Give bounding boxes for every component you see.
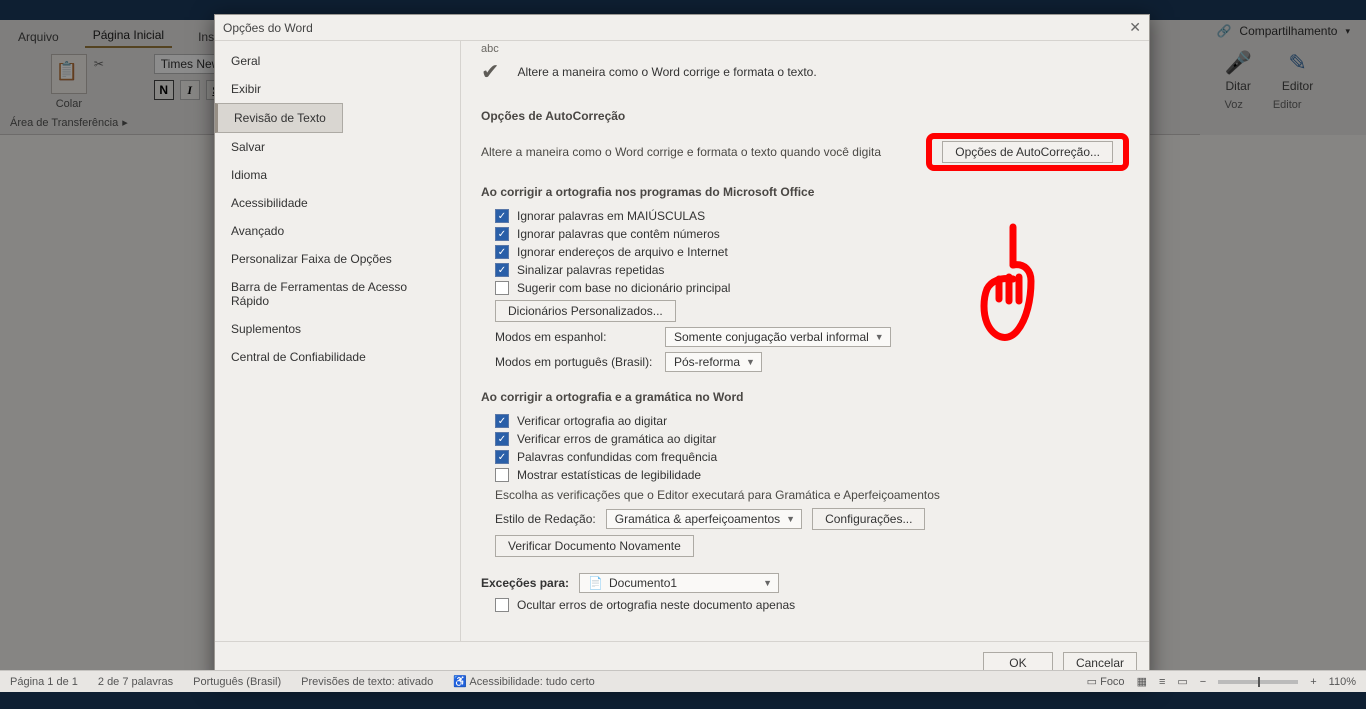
close-icon[interactable]: ✕ (1129, 19, 1141, 36)
paste-label: Colar (56, 98, 82, 110)
checkbox-flag-repeated[interactable]: ✓ (495, 263, 509, 277)
voice-group-label: Voz (1224, 99, 1242, 111)
recheck-document-button[interactable]: Verificar Documento Novamente (495, 535, 694, 557)
sidebar-item-revisao[interactable]: Revisão de Texto (215, 103, 343, 133)
checkbox-suggest-main-dict[interactable] (495, 281, 509, 295)
proofing-icon: ✔abc (481, 59, 499, 85)
status-words[interactable]: 2 de 7 palavras (98, 676, 173, 688)
zoom-in-button[interactable]: + (1310, 676, 1316, 688)
spanish-modes-label: Modos em espanhol: (495, 330, 655, 344)
sidebar-item-barra[interactable]: Barra de Ferramentas de Acesso Rápido (215, 273, 460, 315)
settings-button[interactable]: Configurações... (812, 508, 925, 530)
zoom-level[interactable]: 110% (1329, 676, 1356, 688)
writing-style-select[interactable]: Gramática & aperfeiçoamentos▼ (606, 509, 802, 529)
writing-style-label: Estilo de Redação: (495, 512, 596, 526)
custom-dictionaries-button[interactable]: Dicionários Personalizados... (495, 300, 676, 322)
section-office-spell: Ao corrigir a ortografia nos programas d… (481, 185, 1129, 199)
checkbox-readability[interactable] (495, 468, 509, 482)
section-autocorrect: Opções de AutoCorreção (481, 109, 1129, 123)
sidebar-item-geral[interactable]: Geral (215, 47, 460, 75)
pointer-hand-icon (973, 219, 1053, 349)
zoom-slider[interactable] (1218, 680, 1298, 684)
sidebar-item-suplementos[interactable]: Suplementos (215, 315, 460, 343)
status-page[interactable]: Página 1 de 1 (10, 676, 78, 688)
label-confused-words: Palavras confundidas com frequência (517, 450, 717, 464)
label-flag-repeated: Sinalizar palavras repetidas (517, 263, 664, 277)
status-accessibility[interactable]: ♿ Acessibilidade: tudo certo (453, 675, 595, 688)
checkbox-ignore-numbers[interactable]: ✓ (495, 227, 509, 241)
paste-icon[interactable] (51, 54, 87, 94)
label-spell-typing: Verificar ortografia ao digitar (517, 414, 667, 428)
sidebar-item-exibir[interactable]: Exibir (215, 75, 460, 103)
exceptions-label: Exceções para: (481, 576, 569, 590)
editor-group-label: Editor (1273, 99, 1302, 111)
clipboard-group-label: Área de Transferência▸ (10, 116, 128, 129)
label-ignore-urls: Ignorar endereços de arquivo e Internet (517, 245, 728, 259)
dictate-icon[interactable]: 🎤 (1224, 50, 1251, 76)
checkbox-grammar-typing[interactable]: ✓ (495, 432, 509, 446)
spanish-modes-select[interactable]: Somente conjugação verbal informal▼ (665, 327, 891, 347)
checkbox-hide-spell-errors[interactable] (495, 598, 509, 612)
status-predict[interactable]: Previsões de texto: ativado (301, 676, 433, 688)
portuguese-modes-select[interactable]: Pós-reforma▼ (665, 352, 762, 372)
sidebar-item-central[interactable]: Central de Confiabilidade (215, 343, 460, 371)
autocorrect-highlight: Opções de AutoCorreção... (926, 133, 1129, 171)
dictate-label: Ditar (1226, 79, 1251, 93)
zoom-out-button[interactable]: − (1200, 676, 1206, 688)
portuguese-modes-label: Modos em português (Brasil): (495, 355, 655, 369)
autocorrect-para: Altere a maneira como o Word corrige e f… (481, 145, 881, 159)
autocorrect-options-button[interactable]: Opções de AutoCorreção... (942, 141, 1113, 163)
italic-button[interactable]: I (180, 80, 200, 100)
label-ignore-caps: Ignorar palavras em MAIÚSCULAS (517, 209, 705, 223)
exceptions-select[interactable]: 📄Documento1▼ (579, 573, 779, 593)
checkbox-ignore-caps[interactable]: ✓ (495, 209, 509, 223)
sidebar-item-acessibilidade[interactable]: Acessibilidade (215, 189, 460, 217)
tab-file[interactable]: Arquivo (10, 26, 67, 48)
options-sidebar: Geral Exibir Revisão de Texto Salvar Idi… (215, 41, 461, 641)
header-line: Altere a maneira como o Word corrige e f… (517, 65, 816, 79)
status-language[interactable]: Português (Brasil) (193, 676, 281, 688)
sidebar-item-idioma[interactable]: Idioma (215, 161, 460, 189)
view-web-icon[interactable]: ▭ (1177, 675, 1187, 688)
label-suggest-main-dict: Sugerir com base no dicionário principal (517, 281, 730, 295)
label-grammar-typing: Verificar erros de gramática ao digitar (517, 432, 716, 446)
checkbox-confused-words[interactable]: ✓ (495, 450, 509, 464)
sidebar-item-faixa[interactable]: Personalizar Faixa de Opções (215, 245, 460, 273)
label-hide-spell-errors: Ocultar erros de ortografia neste docume… (517, 598, 795, 612)
dialog-title: Opções do Word (223, 21, 313, 35)
label-readability: Mostrar estatísticas de legibilidade (517, 468, 701, 482)
word-options-dialog: Opções do Word ✕ Geral Exibir Revisão de… (214, 14, 1150, 684)
focus-mode-button[interactable]: ▭ Foco (1087, 675, 1125, 688)
label-ignore-numbers: Ignorar palavras que contêm números (517, 227, 720, 241)
sidebar-item-avancado[interactable]: Avançado (215, 217, 460, 245)
checkbox-ignore-urls[interactable]: ✓ (495, 245, 509, 259)
view-read-icon[interactable]: ≡ (1159, 676, 1165, 688)
editor-label: Editor (1282, 79, 1313, 93)
share-button[interactable]: Compartilhamento▾ (1200, 20, 1366, 42)
view-print-icon[interactable]: ▦ (1137, 675, 1147, 688)
section-word-spell: Ao corrigir a ortografia e a gramática n… (481, 390, 1129, 404)
bold-button[interactable]: N (154, 80, 174, 100)
editor-icon[interactable]: ✎ (1288, 50, 1306, 76)
checkbox-spell-typing[interactable]: ✓ (495, 414, 509, 428)
tab-home[interactable]: Página Inicial (85, 24, 172, 48)
sidebar-item-salvar[interactable]: Salvar (215, 133, 460, 161)
editor-checks-para: Escolha as verificações que o Editor exe… (495, 488, 1129, 502)
